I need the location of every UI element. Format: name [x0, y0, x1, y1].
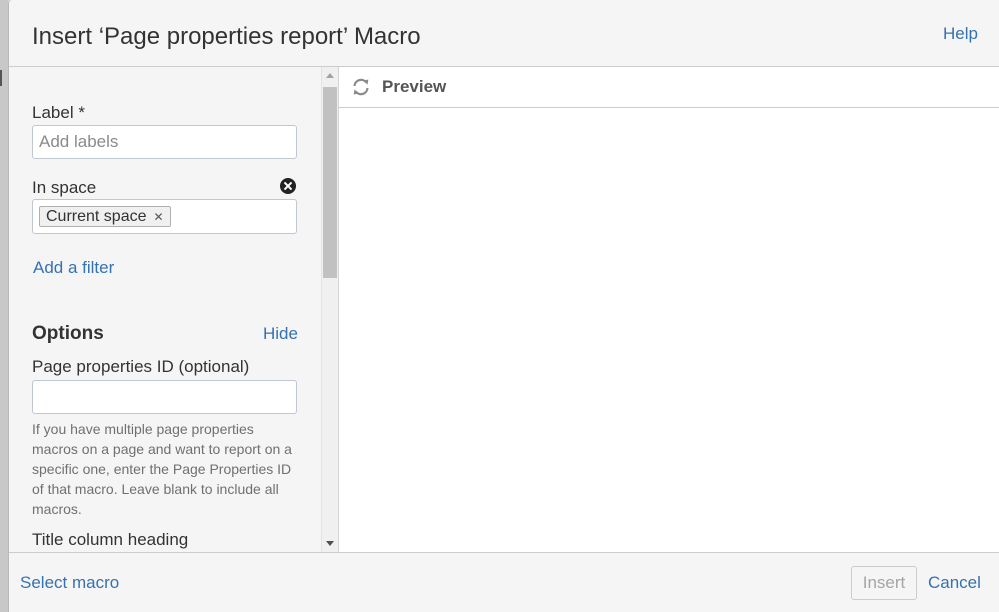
- options-heading: Options: [32, 323, 104, 344]
- circle-x-icon[interactable]: [280, 178, 296, 194]
- macro-dialog: Insert ‘Page properties report’ Macro He…: [8, 0, 999, 612]
- dialog-footer: Select macro Insert Cancel: [9, 552, 999, 612]
- space-token-label: Current space: [46, 208, 147, 225]
- labels-input[interactable]: [32, 125, 297, 159]
- in-space-label: In space: [32, 178, 97, 197]
- page-properties-id-help: If you have multiple page properties mac…: [32, 421, 292, 517]
- page-properties-id-input[interactable]: [32, 380, 297, 414]
- select-macro-link[interactable]: Select macro: [20, 573, 119, 593]
- space-token: Current space ✕: [39, 206, 171, 227]
- macro-parameters-panel: Label * In space Current space ✕ Add a f…: [9, 67, 321, 552]
- backdrop-edge-marker: [0, 70, 2, 86]
- page-properties-id-label: Page properties ID (optional): [32, 357, 250, 376]
- insert-button[interactable]: Insert: [851, 566, 917, 600]
- dialog-header: Insert ‘Page properties report’ Macro He…: [9, 0, 999, 67]
- title-column-heading-label: Title column heading: [32, 530, 189, 549]
- preview-pane: Preview: [339, 67, 999, 552]
- remove-token-icon[interactable]: ✕: [154, 211, 164, 223]
- scroll-down-arrow-icon[interactable]: [326, 541, 334, 546]
- scrollbar-thumb[interactable]: [323, 87, 337, 278]
- hide-options-link[interactable]: Hide: [263, 324, 298, 344]
- help-link[interactable]: Help: [943, 24, 978, 44]
- preview-label: Preview: [382, 77, 447, 96]
- cancel-link[interactable]: Cancel: [928, 573, 981, 593]
- dialog-title: Insert ‘Page properties report’ Macro: [32, 23, 421, 50]
- label-field-label: Label *: [32, 103, 85, 122]
- preview-header: Preview: [339, 67, 999, 108]
- space-picker[interactable]: Current space ✕: [32, 199, 297, 234]
- refresh-icon[interactable]: [351, 77, 371, 97]
- page-backdrop: [0, 0, 8, 612]
- add-filter-link[interactable]: Add a filter: [33, 258, 114, 278]
- parameters-scrollbar[interactable]: [321, 67, 339, 552]
- scroll-up-arrow-icon[interactable]: [326, 73, 334, 78]
